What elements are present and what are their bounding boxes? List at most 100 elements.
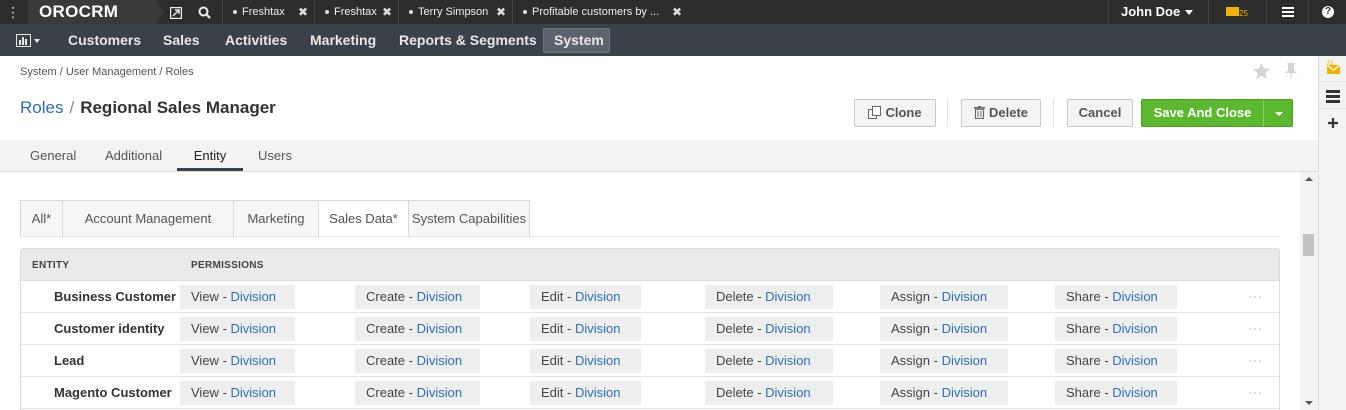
access-level-link[interactable]: Division bbox=[575, 289, 621, 304]
roles-link[interactable]: Roles bbox=[20, 98, 63, 117]
permission-delete[interactable]: Delete - Division bbox=[705, 285, 833, 309]
permission-view[interactable]: View - Division bbox=[180, 285, 295, 309]
permission-view[interactable]: View - Division bbox=[180, 349, 295, 373]
permission-share[interactable]: Share - Division bbox=[1055, 317, 1177, 341]
pinned-tab-label: Freshtax bbox=[334, 6, 377, 18]
scroll-down-arrow-icon[interactable] bbox=[1305, 401, 1313, 405]
access-level-link[interactable]: Division bbox=[942, 321, 988, 336]
nav-customers[interactable]: Customers bbox=[58, 28, 151, 53]
permission-create[interactable]: Create - Division bbox=[355, 381, 480, 405]
pin-page-icon[interactable] bbox=[162, 0, 190, 24]
scroll-up-arrow-icon[interactable] bbox=[1305, 177, 1313, 181]
access-level-link[interactable]: Division bbox=[942, 353, 988, 368]
access-level-link[interactable]: Division bbox=[417, 385, 463, 400]
category-tab-sales-data[interactable]: Sales Data* bbox=[318, 200, 408, 237]
permission-assign[interactable]: Assign - Division bbox=[880, 285, 1008, 309]
pinned-tab[interactable]: Profitable customers by ... ✖ bbox=[512, 0, 688, 24]
permission-create[interactable]: Create - Division bbox=[355, 317, 480, 341]
access-level-link[interactable]: Division bbox=[765, 353, 811, 368]
help-button[interactable]: ? bbox=[1308, 0, 1346, 24]
access-level-link[interactable]: Division bbox=[765, 321, 811, 336]
access-level-link[interactable]: Division bbox=[1112, 385, 1158, 400]
access-level-link[interactable]: Division bbox=[765, 385, 811, 400]
permission-share[interactable]: Share - Division bbox=[1055, 349, 1177, 373]
tab-general[interactable]: General bbox=[30, 140, 76, 171]
category-tab-all[interactable]: All* bbox=[20, 200, 62, 237]
permission-delete[interactable]: Delete - Division bbox=[705, 381, 833, 405]
clone-button[interactable]: Clone bbox=[854, 99, 936, 127]
mail-notifications[interactable]: 25 bbox=[1208, 0, 1266, 24]
permission-assign[interactable]: Assign - Division bbox=[880, 381, 1008, 405]
close-icon[interactable]: ✖ bbox=[496, 0, 506, 24]
app-logo[interactable]: OROCRM bbox=[28, 0, 156, 24]
permission-share[interactable]: Share - Division bbox=[1055, 285, 1177, 309]
permission-create[interactable]: Create - Division bbox=[355, 349, 480, 373]
side-mail-button[interactable]: 25 bbox=[1319, 56, 1346, 82]
access-level-link[interactable]: Division bbox=[417, 289, 463, 304]
cancel-button[interactable]: Cancel bbox=[1067, 99, 1133, 127]
permission-create[interactable]: Create - Division bbox=[355, 285, 480, 309]
user-menu[interactable]: John Doe bbox=[1108, 0, 1208, 24]
pinned-tab[interactable]: Freshtax ✖ bbox=[222, 0, 314, 24]
pinned-tab[interactable]: Freshtax ✖ bbox=[314, 0, 398, 24]
scroll-thumb[interactable] bbox=[1303, 234, 1314, 256]
permission-delete[interactable]: Delete - Division bbox=[705, 317, 833, 341]
access-level-link[interactable]: Division bbox=[231, 321, 277, 336]
dashboard-chart-icon[interactable] bbox=[16, 34, 42, 48]
row-actions-icon[interactable]: ··· bbox=[1248, 321, 1263, 335]
tab-entity[interactable]: Entity bbox=[177, 140, 243, 171]
access-level-link[interactable]: Division bbox=[417, 353, 463, 368]
access-level-link[interactable]: Division bbox=[1112, 353, 1158, 368]
row-actions-icon[interactable]: ··· bbox=[1248, 385, 1263, 399]
category-tab-marketing[interactable]: Marketing bbox=[233, 200, 318, 237]
row-actions-icon[interactable]: ··· bbox=[1248, 353, 1263, 367]
access-level-link[interactable]: Division bbox=[765, 289, 811, 304]
close-icon[interactable]: ✖ bbox=[298, 0, 308, 24]
close-icon[interactable]: ✖ bbox=[672, 0, 682, 24]
pin-icon[interactable] bbox=[1284, 62, 1298, 83]
access-level-link[interactable]: Division bbox=[575, 321, 621, 336]
permission-share[interactable]: Share - Division bbox=[1055, 381, 1177, 405]
access-level-link[interactable]: Division bbox=[942, 289, 988, 304]
content-scrollbar[interactable] bbox=[1300, 172, 1318, 410]
side-add-button[interactable] bbox=[1319, 110, 1346, 136]
access-level-link[interactable]: Division bbox=[1112, 289, 1158, 304]
nav-marketing[interactable]: Marketing bbox=[300, 28, 386, 53]
nav-reports-segments[interactable]: Reports & Segments bbox=[389, 28, 547, 53]
nav-activities[interactable]: Activities bbox=[215, 28, 297, 53]
access-level-link[interactable]: Division bbox=[942, 385, 988, 400]
permission-edit[interactable]: Edit - Division bbox=[530, 285, 641, 309]
row-actions-icon[interactable]: ··· bbox=[1248, 289, 1263, 303]
permission-edit[interactable]: Edit - Division bbox=[530, 349, 641, 373]
category-tab-system-capabilities[interactable]: System Capabilities bbox=[408, 200, 530, 237]
save-and-close-button[interactable]: Save And Close bbox=[1141, 99, 1264, 127]
save-options-dropdown[interactable] bbox=[1263, 99, 1293, 127]
access-level-link[interactable]: Division bbox=[231, 353, 277, 368]
hamburger-menu-icon[interactable] bbox=[1266, 0, 1308, 24]
access-level-link[interactable]: Division bbox=[417, 321, 463, 336]
tab-additional[interactable]: Additional bbox=[105, 140, 162, 171]
permission-edit[interactable]: Edit - Division bbox=[530, 317, 641, 341]
access-level-link[interactable]: Division bbox=[231, 289, 277, 304]
access-level-link[interactable]: Division bbox=[575, 353, 621, 368]
search-icon[interactable] bbox=[190, 0, 218, 24]
pinned-tab[interactable]: Terry Simpson ✖ bbox=[398, 0, 512, 24]
nav-sales[interactable]: Sales bbox=[153, 28, 210, 53]
delete-button[interactable]: Delete bbox=[961, 99, 1041, 127]
nav-system[interactable]: System bbox=[543, 28, 610, 53]
tab-users[interactable]: Users bbox=[258, 140, 292, 171]
permission-edit[interactable]: Edit - Division bbox=[530, 381, 641, 405]
permission-delete[interactable]: Delete - Division bbox=[705, 349, 833, 373]
app-menu-icon[interactable]: ⋮ bbox=[6, 3, 20, 21]
side-list-button[interactable] bbox=[1319, 83, 1346, 109]
access-level-link[interactable]: Division bbox=[231, 385, 277, 400]
category-tab-account-management[interactable]: Account Management bbox=[62, 200, 233, 237]
access-level-link[interactable]: Division bbox=[575, 385, 621, 400]
permission-assign[interactable]: Assign - Division bbox=[880, 317, 1008, 341]
close-icon[interactable]: ✖ bbox=[382, 0, 392, 24]
permission-view[interactable]: View - Division bbox=[180, 317, 295, 341]
permission-assign[interactable]: Assign - Division bbox=[880, 349, 1008, 373]
star-icon[interactable] bbox=[1252, 62, 1271, 83]
access-level-link[interactable]: Division bbox=[1112, 321, 1158, 336]
permission-view[interactable]: View - Division bbox=[180, 381, 295, 405]
